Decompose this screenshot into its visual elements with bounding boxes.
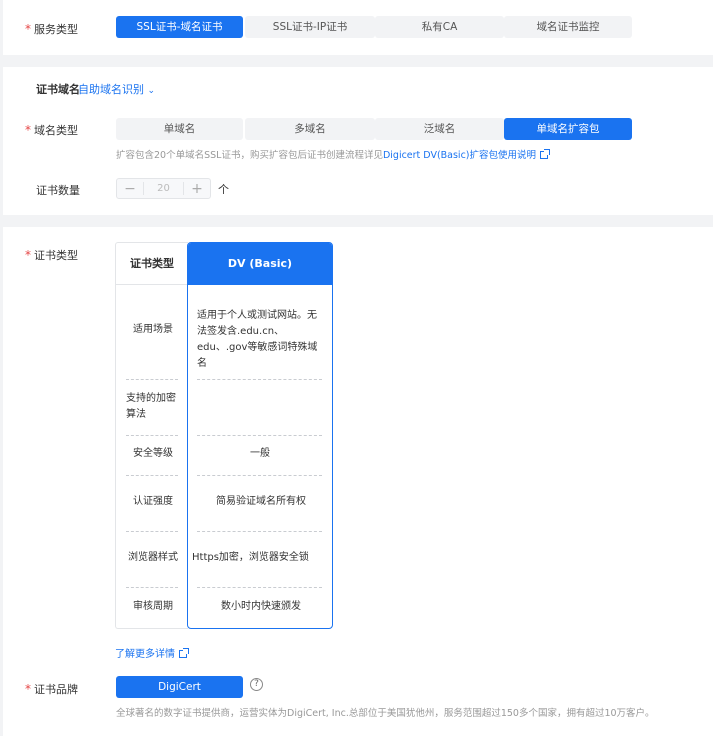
plus-button[interactable]: + (184, 181, 210, 197)
service-type-card: * 服务类型 SSL证书-域名证书 SSL证书-IP证书 私有CA 域名证书监控 (3, 0, 713, 55)
table-header-dv-basic: DV (Basic) (188, 243, 332, 285)
divider (126, 587, 178, 588)
tab-private-ca[interactable]: 私有CA (375, 16, 504, 38)
external-link-icon (179, 648, 189, 658)
row-value-scenario: 适用于个人或测试网站。无法签发含.edu.cn、edu、.gov等敏感词特殊域名 (197, 310, 318, 369)
domain-label: 证书域名 (36, 83, 80, 96)
row-label-review: 审核周期 (133, 601, 173, 612)
row-value-browser: Https加密，浏览器安全锁 (192, 552, 309, 563)
row-value-auth: 简易验证域名所有权 (216, 496, 306, 507)
row-value-review: 数小时内快速颁发 (221, 601, 301, 612)
domain-hint: 扩容包含20个单域名SSL证书，购买扩容包后证书创建流程详见Digicert D… (116, 147, 551, 161)
external-link-icon (540, 149, 551, 159)
service-type-label: * 服务类型 (25, 22, 78, 36)
quantity-unit: 个 (218, 183, 229, 196)
domain-type-label: * 域名类型 (25, 123, 78, 137)
minus-button[interactable]: − (117, 181, 143, 197)
row-label-browser: 浏览器样式 (128, 552, 178, 563)
quantity-stepper[interactable]: − 20 + (116, 178, 211, 199)
quantity-value[interactable]: 20 (143, 182, 184, 195)
tab-wildcard-domain[interactable]: 泛域名 (375, 118, 504, 140)
domain-card: 证书域名 自助域名识别 ⌄ * 域名类型 单域名 多域名 泛域名 单域名扩容包 扩… (3, 67, 713, 215)
divider (126, 531, 178, 532)
tab-single-domain[interactable]: 单域名 (116, 118, 243, 140)
divider (126, 435, 178, 436)
row-label-algorithm: 支持的加密算法 (126, 393, 176, 420)
learn-more-link[interactable]: 了解更多详情 (115, 645, 189, 660)
quantity-label: 证书数量 (36, 184, 80, 197)
cert-type-card (3, 227, 713, 736)
divider (197, 475, 322, 476)
tab-multi-domain[interactable]: 多域名 (245, 118, 375, 140)
tab-ssl-domain[interactable]: SSL证书-域名证书 (116, 16, 243, 38)
row-value-security: 一般 (250, 448, 270, 459)
tab-domain-monitor[interactable]: 域名证书监控 (504, 16, 632, 38)
divider (197, 379, 322, 380)
brand-description: 全球著名的数字证书提供商，运营实体为DigiCert, Inc.总部位于美国犹他… (116, 708, 655, 719)
divider (126, 379, 178, 380)
divider (197, 531, 322, 532)
divider (197, 435, 322, 436)
cert-type-label: * 证书类型 (25, 248, 78, 262)
help-icon[interactable]: ? (250, 678, 263, 691)
row-label-security: 安全等级 (133, 448, 173, 459)
usage-guide-link[interactable]: Digicert DV(Basic)扩容包使用说明 (383, 150, 536, 161)
row-label-scenario: 适用场景 (133, 324, 173, 335)
brand-label: * 证书品牌 (25, 682, 78, 696)
divider (197, 587, 322, 588)
table-header-type: 证书类型 (116, 243, 188, 285)
row-label-auth: 认证强度 (133, 496, 173, 507)
tab-domain-pack[interactable]: 单域名扩容包 (504, 118, 632, 140)
chevron-down-icon: ⌄ (147, 86, 156, 96)
auto-detect-link[interactable]: 自助域名识别 ⌄ (78, 81, 155, 97)
divider (126, 475, 178, 476)
tab-ssl-ip[interactable]: SSL证书-IP证书 (245, 16, 375, 38)
brand-digicert-button[interactable]: DigiCert (116, 676, 243, 698)
